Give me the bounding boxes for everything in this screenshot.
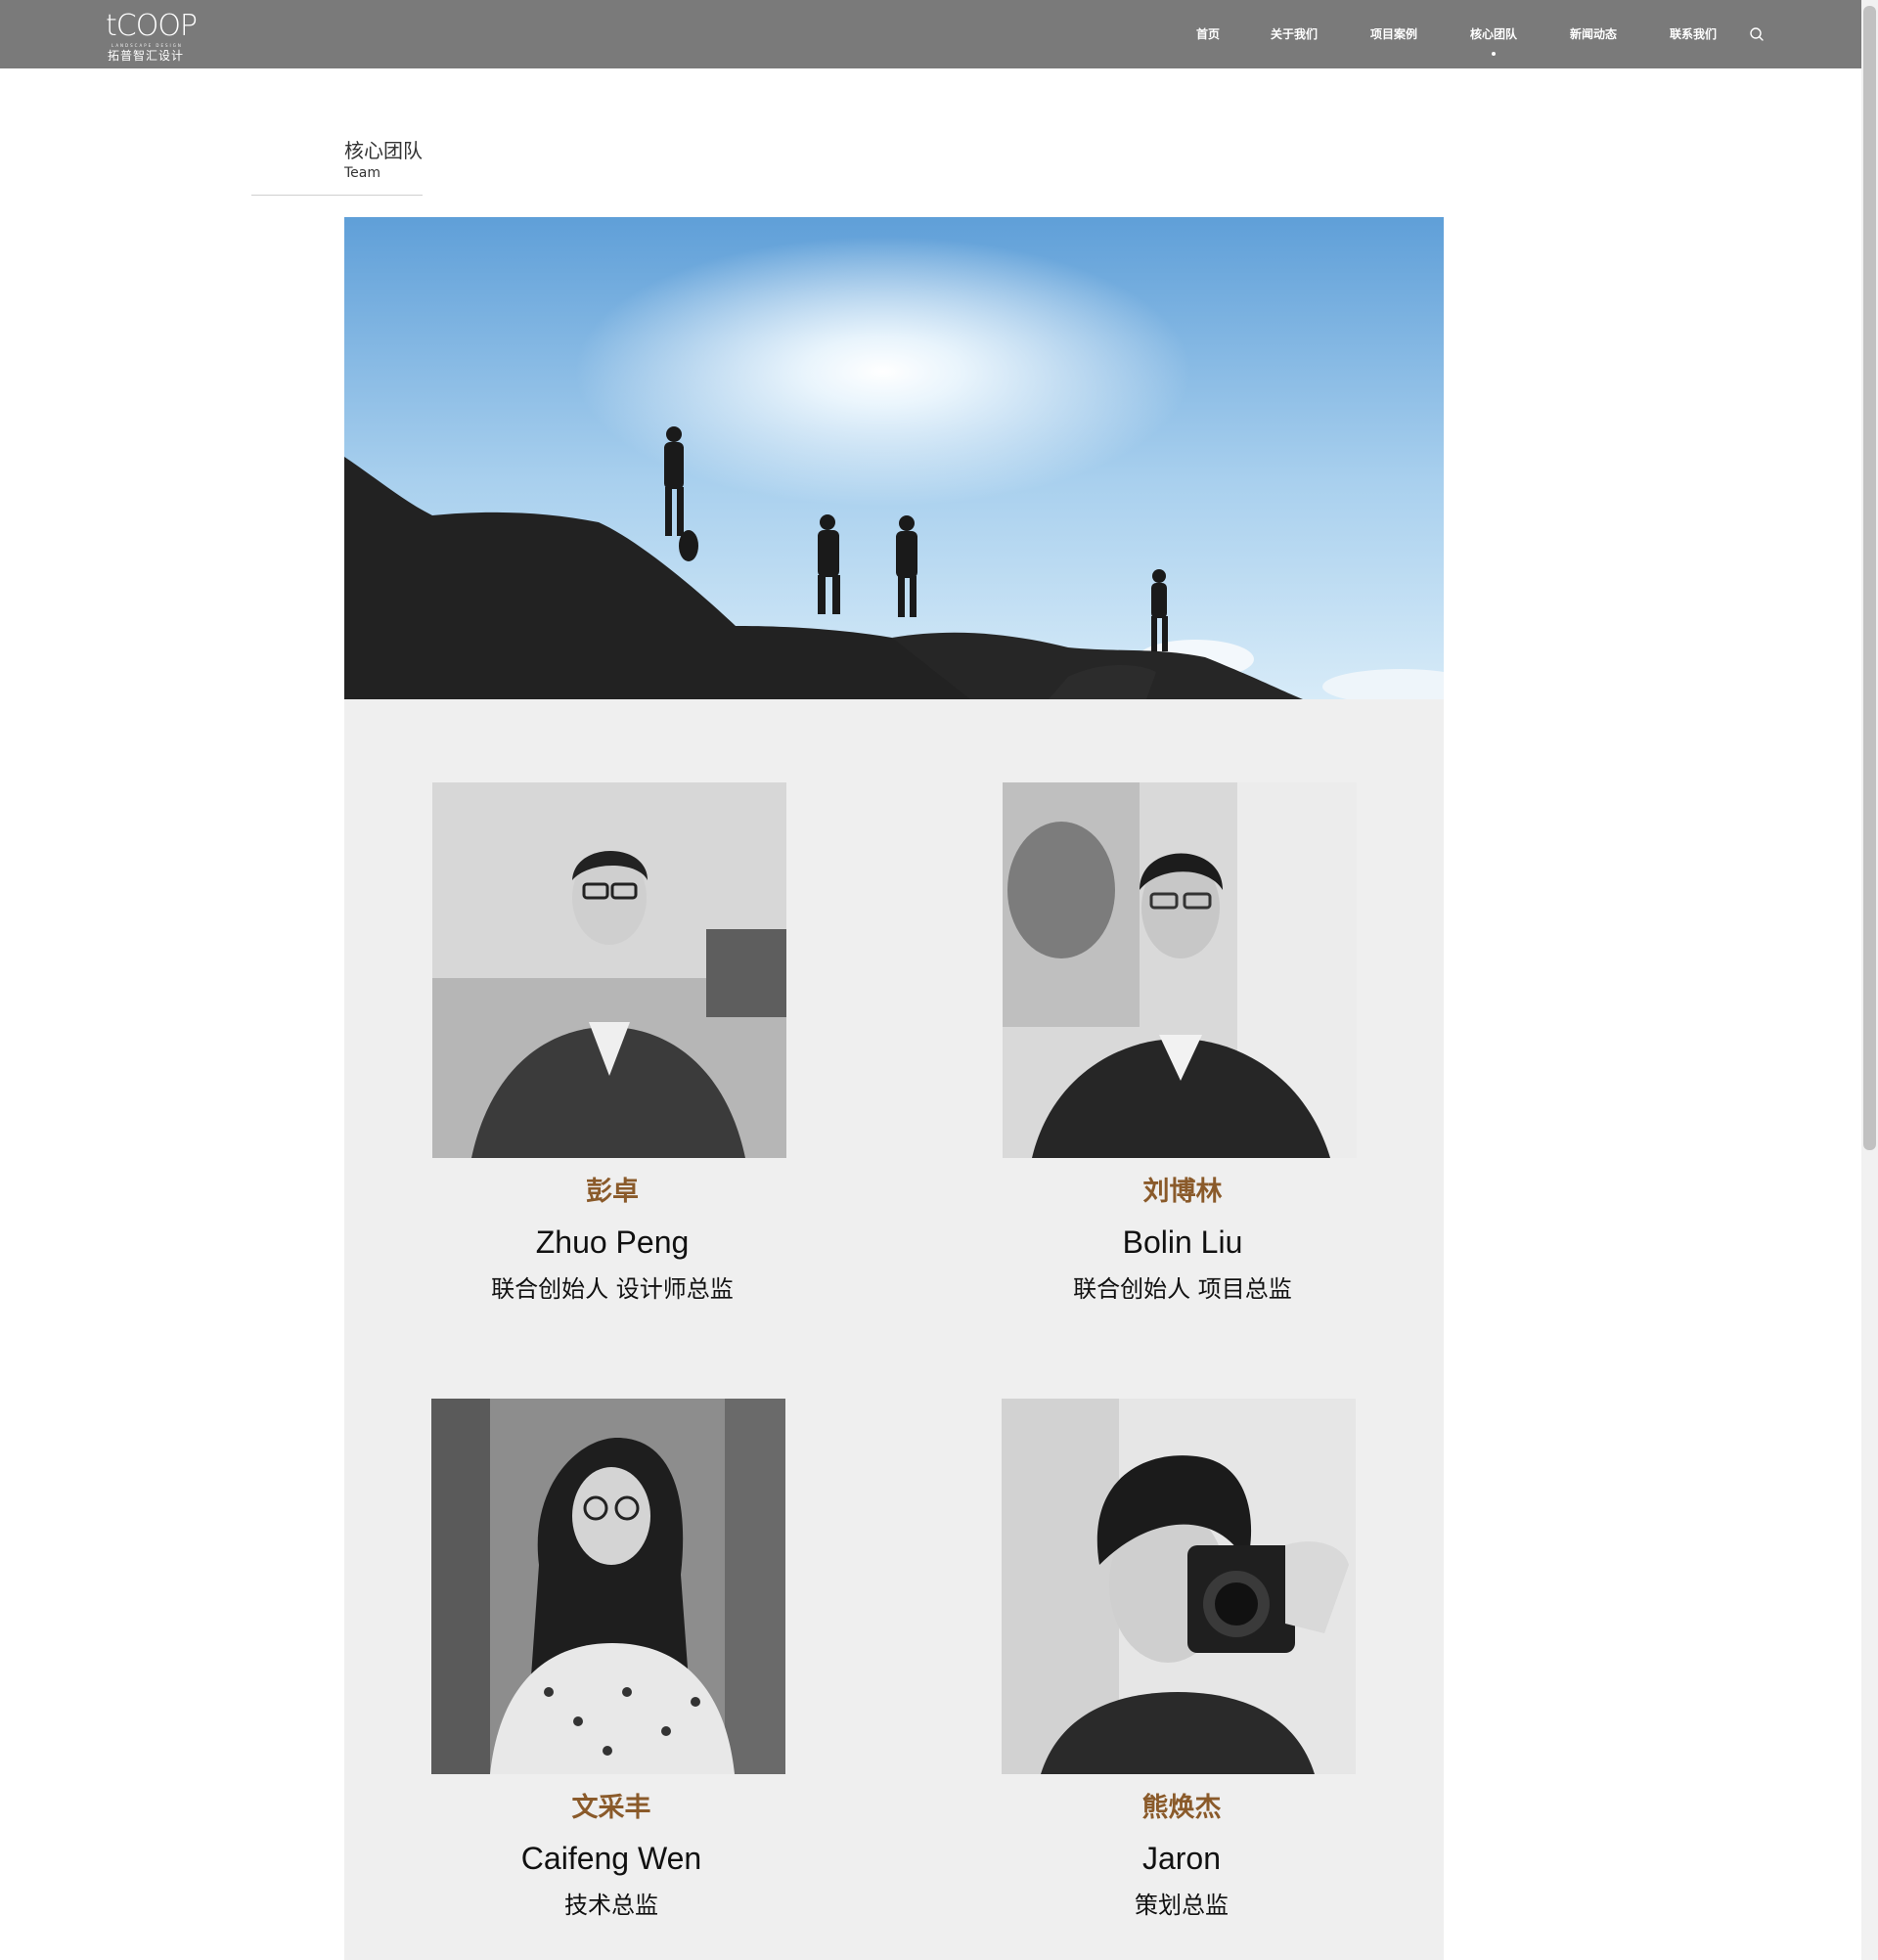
- member-name-en: Bolin Liu: [1122, 1225, 1243, 1260]
- scrollbar-thumb[interactable]: [1863, 6, 1876, 1150]
- search-icon[interactable]: [1749, 26, 1765, 42]
- nav-about[interactable]: 关于我们: [1271, 25, 1318, 45]
- member-portrait: [431, 1399, 785, 1774]
- member-name-cn: 文采丰: [571, 1793, 651, 1823]
- member-portrait: [1003, 782, 1357, 1158]
- nav-home[interactable]: 首页: [1196, 25, 1220, 45]
- member-portrait: [432, 782, 786, 1158]
- main-nav: 首页 关于我们 项目案例 核心团队 新闻动态 联系我们: [0, 0, 1861, 68]
- team-content: 彭卓 Zhuo Peng 联合创始人 设计师总监 刘博林 Bolin Liu 联…: [344, 217, 1444, 1960]
- member-name-cn: 彭卓: [586, 1177, 639, 1207]
- member-name-cn: 熊焕杰: [1141, 1793, 1222, 1823]
- section-heading: 核心团队 Team: [344, 137, 423, 182]
- nav-projects[interactable]: 项目案例: [1370, 25, 1417, 45]
- member-name-en: Zhuo Peng: [535, 1225, 690, 1260]
- member-role: 联合创始人 设计师总监: [491, 1275, 734, 1303]
- nav-news[interactable]: 新闻动态: [1570, 25, 1617, 45]
- section-title-cn: 核心团队: [344, 139, 423, 162]
- nav-contact[interactable]: 联系我们: [1670, 25, 1717, 45]
- member-role: 策划总监: [1135, 1892, 1229, 1919]
- site-header: tCOOP LANDSCAPE DESIGN 拓普智汇设计 首页 关于我们 项目…: [0, 0, 1861, 68]
- section-title-en: Team: [344, 165, 381, 181]
- member-name-en: Caifeng Wen: [520, 1841, 702, 1876]
- page-scrollbar[interactable]: [1861, 0, 1878, 1960]
- nav-team[interactable]: 核心团队: [1470, 25, 1517, 56]
- member-name-en: Jaron: [1141, 1841, 1222, 1876]
- team-hero-photo: [344, 217, 1444, 699]
- member-name-cn: 刘博林: [1142, 1177, 1223, 1207]
- section-divider: [251, 195, 423, 196]
- member-portrait: [1002, 1399, 1356, 1774]
- member-role: 联合创始人 项目总监: [1073, 1275, 1292, 1303]
- member-role: 技术总监: [564, 1892, 658, 1919]
